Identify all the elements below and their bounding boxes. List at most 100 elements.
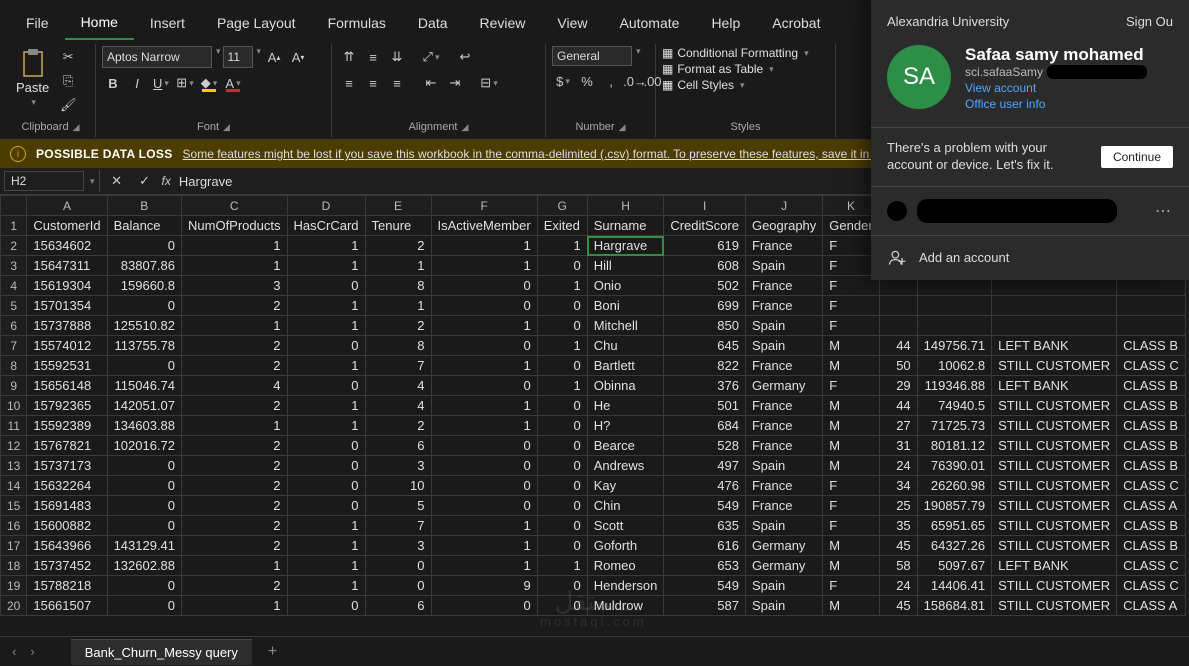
cell[interactable]: CLASS B [1117, 536, 1186, 556]
cell[interactable]: Henderson [587, 576, 664, 596]
cell[interactable]: 0 [431, 496, 537, 516]
row-header-4[interactable]: 4 [1, 276, 27, 296]
cell[interactable]: Spain [745, 456, 822, 476]
cell[interactable]: France [745, 356, 822, 376]
cell[interactable]: 134603.88 [107, 416, 181, 436]
col-header-I[interactable]: I [664, 196, 746, 216]
tab-file[interactable]: File [10, 7, 65, 39]
tab-data[interactable]: Data [402, 7, 464, 39]
cell[interactable]: Muldrow [587, 596, 664, 616]
cell[interactable]: 2 [182, 356, 287, 376]
cell[interactable]: 15643966 [27, 536, 107, 556]
cell[interactable]: 1 [182, 556, 287, 576]
cell[interactable]: 1 [182, 256, 287, 276]
cell[interactable]: M [823, 356, 879, 376]
cell[interactable]: STILL CUSTOMER [992, 456, 1117, 476]
cell[interactable]: 83807.86 [107, 256, 181, 276]
cell[interactable]: 1 [365, 256, 431, 276]
cell[interactable]: 0 [537, 296, 587, 316]
cell[interactable]: 1 [431, 236, 537, 256]
decrease-font-button[interactable]: A▾ [287, 46, 309, 68]
cell[interactable]: CLASS B [1117, 376, 1186, 396]
merge-button[interactable]: ⊟▾ [478, 72, 500, 94]
cell[interactable]: 142051.07 [107, 396, 181, 416]
cell[interactable]: 2 [182, 576, 287, 596]
font-color-button[interactable]: A▾ [222, 72, 244, 94]
cell[interactable]: 0 [107, 516, 181, 536]
cell[interactable]: CLASS C [1117, 576, 1186, 596]
cell[interactable]: 0 [365, 556, 431, 576]
align-center-button[interactable]: ≡ [362, 72, 384, 94]
cell[interactable]: 0 [107, 236, 181, 256]
cell[interactable]: 0 [431, 456, 537, 476]
col-header-H[interactable]: H [587, 196, 664, 216]
cell[interactable]: 15600882 [27, 516, 107, 536]
cell[interactable]: 0 [431, 476, 537, 496]
col-header-G[interactable]: G [537, 196, 587, 216]
cell[interactable]: 15592389 [27, 416, 107, 436]
cell[interactable]: 1 [537, 336, 587, 356]
cell[interactable]: 0 [287, 596, 365, 616]
borders-button[interactable]: ⊞▾ [174, 72, 196, 94]
tab-view[interactable]: View [541, 7, 603, 39]
cell[interactable]: 132602.88 [107, 556, 181, 576]
cell[interactable]: 653 [664, 556, 746, 576]
cell[interactable]: 26260.98 [917, 476, 991, 496]
cell[interactable]: CLASS C [1117, 556, 1186, 576]
cell[interactable]: 15647311 [27, 256, 107, 276]
cell[interactable] [879, 316, 917, 336]
cell[interactable]: M [823, 336, 879, 356]
cell[interactable]: 24 [879, 456, 917, 476]
cell[interactable]: 1 [287, 516, 365, 536]
header-cell[interactable]: CustomerId [27, 216, 107, 236]
cell[interactable]: Hill [587, 256, 664, 276]
cell[interactable]: F [823, 476, 879, 496]
cell[interactable]: 502 [664, 276, 746, 296]
cell[interactable]: 15656148 [27, 376, 107, 396]
cell[interactable]: 1 [537, 236, 587, 256]
col-header-A[interactable]: A [27, 196, 107, 216]
cell[interactable]: 1 [431, 256, 537, 276]
cell[interactable]: 376 [664, 376, 746, 396]
add-account-button[interactable]: Add an account [871, 235, 1189, 280]
cell[interactable]: 34 [879, 476, 917, 496]
cell[interactable]: M [823, 456, 879, 476]
cell[interactable]: 27 [879, 416, 917, 436]
cell[interactable]: Germany [745, 376, 822, 396]
cell[interactable]: STILL CUSTOMER [992, 596, 1117, 616]
cell[interactable]: F [823, 516, 879, 536]
cell[interactable]: 0 [287, 436, 365, 456]
cell[interactable]: 476 [664, 476, 746, 496]
cell[interactable]: 119346.88 [917, 376, 991, 396]
cell[interactable]: 71725.73 [917, 416, 991, 436]
cell[interactable]: F [823, 296, 879, 316]
row-header-19[interactable]: 19 [1, 576, 27, 596]
tab-page-layout[interactable]: Page Layout [201, 7, 312, 39]
cell[interactable]: STILL CUSTOMER [992, 536, 1117, 556]
cell[interactable]: CLASS B [1117, 416, 1186, 436]
enter-formula-button[interactable]: ✓ [134, 170, 156, 192]
cell[interactable]: 159660.8 [107, 276, 181, 296]
cell[interactable]: 15661507 [27, 596, 107, 616]
cell[interactable]: Chu [587, 336, 664, 356]
cell[interactable]: 7 [365, 356, 431, 376]
tab-acrobat[interactable]: Acrobat [756, 7, 836, 39]
increase-font-button[interactable]: A▴ [263, 46, 285, 68]
cell[interactable]: 4 [365, 396, 431, 416]
cell[interactable]: 501 [664, 396, 746, 416]
cell[interactable]: 3 [365, 456, 431, 476]
cell[interactable]: 45 [879, 536, 917, 556]
number-format-select[interactable] [552, 46, 632, 66]
cell[interactable]: 1 [431, 416, 537, 436]
view-account-link[interactable]: View account [965, 81, 1173, 95]
cell[interactable]: 0 [431, 376, 537, 396]
row-header-6[interactable]: 6 [1, 316, 27, 336]
cell[interactable]: 29 [879, 376, 917, 396]
row-header-18[interactable]: 18 [1, 556, 27, 576]
cell[interactable]: STILL CUSTOMER [992, 576, 1117, 596]
row-header-14[interactable]: 14 [1, 476, 27, 496]
cell[interactable]: CLASS B [1117, 456, 1186, 476]
cell[interactable]: France [745, 296, 822, 316]
cell[interactable]: 0 [431, 596, 537, 616]
cell[interactable]: LEFT BANK [992, 376, 1117, 396]
